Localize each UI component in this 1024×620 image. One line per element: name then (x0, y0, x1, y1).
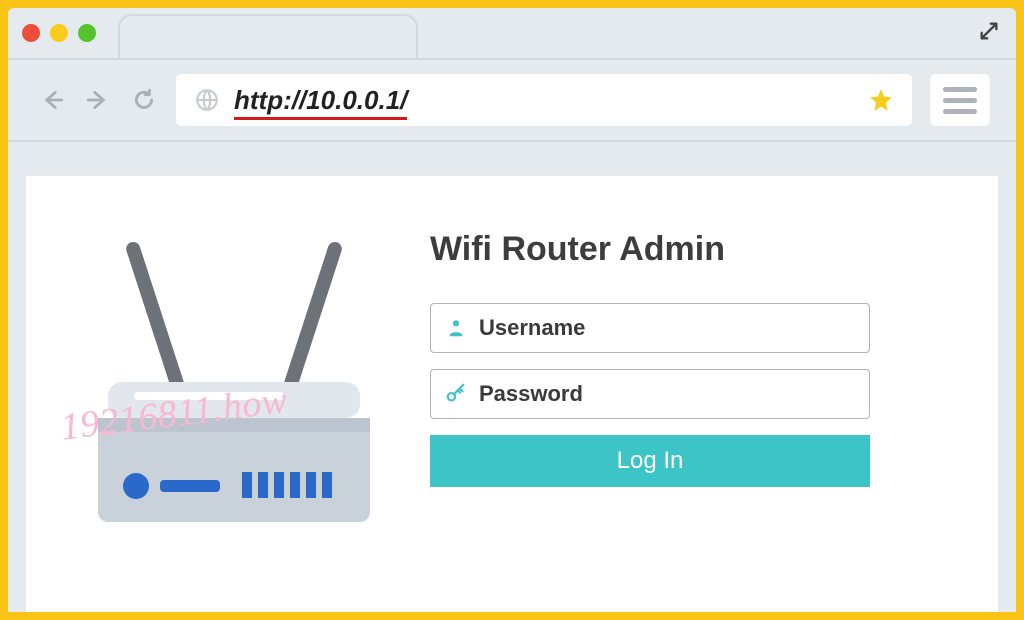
browser-window: http://10.0.0.1/ (8, 8, 1016, 612)
minimize-window-button[interactable] (50, 24, 68, 42)
url-text: http://10.0.0.1/ (234, 85, 407, 115)
close-window-button[interactable] (22, 24, 40, 42)
maximize-window-button[interactable] (78, 24, 96, 42)
key-icon (445, 383, 467, 405)
address-bar[interactable]: http://10.0.0.1/ (176, 74, 912, 126)
username-field[interactable]: Username (430, 303, 870, 353)
password-placeholder: Password (479, 381, 583, 407)
router-illustration: 19216811.how (74, 222, 394, 542)
browser-tab[interactable] (118, 14, 418, 58)
reload-button[interactable] (130, 86, 158, 114)
login-panel: Wifi Router Admin Username Password Log … (430, 216, 870, 487)
user-icon (445, 317, 467, 339)
forward-button[interactable] (84, 86, 112, 114)
page-viewport: 19216811.how Wifi Router Admin Username … (26, 176, 998, 612)
login-button[interactable]: Log In (430, 435, 870, 487)
url-underline (234, 117, 407, 120)
hamburger-menu-button[interactable] (930, 74, 990, 126)
globe-icon (194, 87, 220, 113)
username-placeholder: Username (479, 315, 585, 341)
hamburger-line-icon (943, 87, 977, 92)
hamburger-line-icon (943, 109, 977, 114)
title-bar (8, 8, 1016, 58)
window-controls (22, 24, 96, 42)
browser-toolbar: http://10.0.0.1/ (8, 58, 1016, 142)
back-button[interactable] (38, 86, 66, 114)
url-text-wrap: http://10.0.0.1/ (234, 85, 407, 116)
expand-icon[interactable] (978, 20, 1000, 42)
bookmark-star-icon[interactable] (868, 87, 894, 113)
hamburger-line-icon (943, 98, 977, 103)
page-title: Wifi Router Admin (430, 230, 870, 269)
password-field[interactable]: Password (430, 369, 870, 419)
